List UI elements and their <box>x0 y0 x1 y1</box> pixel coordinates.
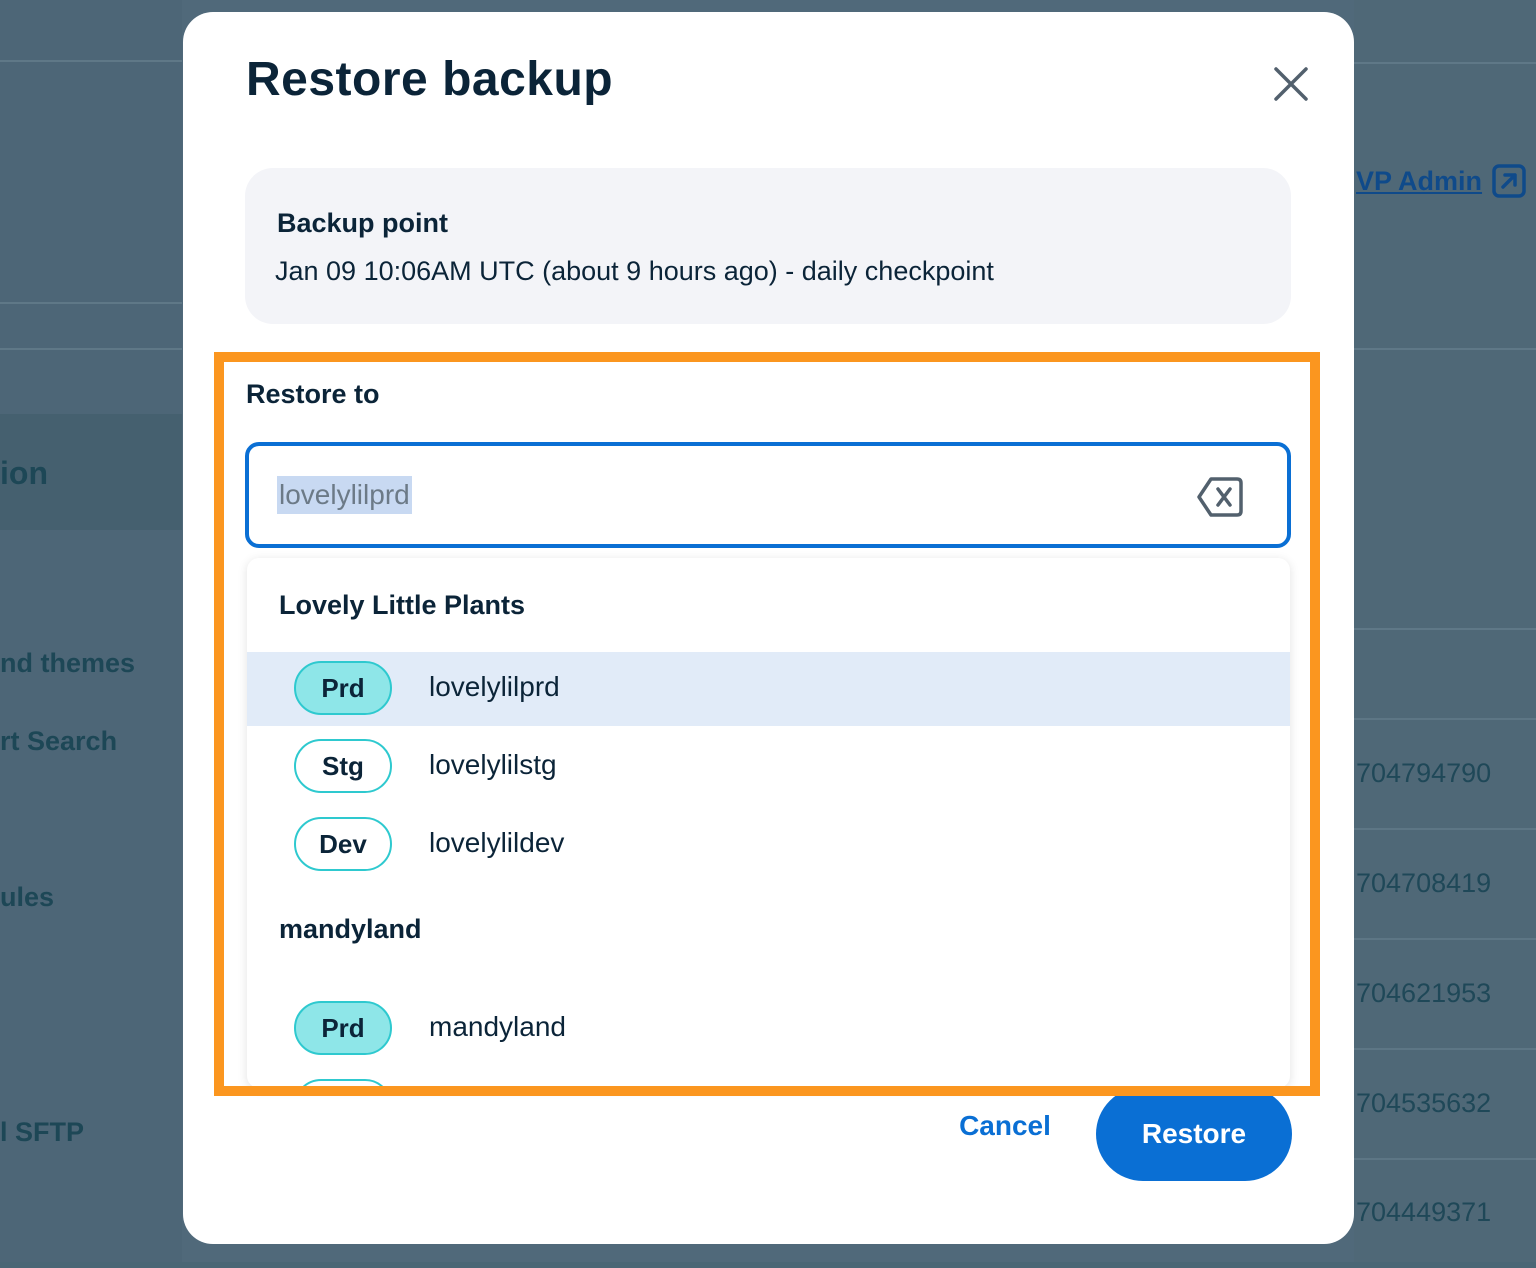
wp-admin-link: VP Admin <box>1356 166 1483 196</box>
background-table-cell: 704535632 <box>1356 1088 1492 1118</box>
dropdown-option-partial[interactable] <box>247 1070 1290 1088</box>
restore-to-label: Restore to <box>246 379 380 409</box>
restore-backup-modal: Restore backup Backup point Jan 09 10:06… <box>183 12 1354 1244</box>
external-link-icon <box>1492 164 1526 198</box>
env-badge-dev: Dev <box>294 817 392 871</box>
dropdown-option-lovelylilprd[interactable]: Prd lovelylilprd <box>247 652 1290 726</box>
background-table-cell: 704794790 <box>1356 758 1492 788</box>
background-table-cell: 704708419 <box>1356 868 1492 898</box>
dropdown-group-heading: Lovely Little Plants <box>279 590 526 620</box>
backup-point-label: Backup point <box>277 208 449 238</box>
close-icon[interactable] <box>1269 62 1313 106</box>
dropdown-option-mandyland[interactable]: Prd mandyland <box>247 992 1290 1066</box>
env-badge-partial <box>294 1079 392 1088</box>
restore-to-input-value[interactable]: lovelylilprd <box>277 476 412 514</box>
background-sidebar-label: ion <box>0 455 48 491</box>
dropdown-option-lovelylilstg[interactable]: Stg lovelylilstg <box>247 730 1290 804</box>
backup-point-value: Jan 09 10:06AM UTC (about 9 hours ago) -… <box>275 256 994 286</box>
background-divider <box>0 302 182 304</box>
background-table-cell: 704621953 <box>1356 978 1492 1008</box>
option-label: lovelylilstg <box>429 749 557 780</box>
cancel-button[interactable]: Cancel <box>935 1090 1075 1162</box>
background-sidebar-label: l SFTP <box>0 1117 85 1147</box>
dropdown-option-lovelylildev[interactable]: Dev lovelylildev <box>247 808 1290 882</box>
option-label: lovelylilprd <box>429 671 560 702</box>
backspace-clear-icon[interactable] <box>1197 476 1243 518</box>
background-table-cell: 704449371 <box>1356 1197 1492 1227</box>
env-badge-prd: Prd <box>294 1001 392 1055</box>
background-divider <box>1354 348 1536 350</box>
option-label: mandyland <box>429 1011 566 1042</box>
option-label: lovelylildev <box>429 827 565 858</box>
background-divider <box>0 348 182 350</box>
background-sidebar-label: ules <box>0 882 55 912</box>
backup-point-card: Backup point Jan 09 10:06AM UTC (about 9… <box>245 168 1291 324</box>
restore-button[interactable]: Restore <box>1096 1087 1292 1181</box>
env-badge-stg: Stg <box>294 739 392 793</box>
background-divider <box>1354 62 1536 64</box>
background-divider <box>1354 628 1536 630</box>
restore-target-dropdown: Lovely Little Plants Prd lovelylilprd St… <box>247 558 1290 1088</box>
background-divider <box>0 60 182 62</box>
dropdown-group-heading: mandyland <box>279 914 422 944</box>
env-badge-prd: Prd <box>294 661 392 715</box>
restore-to-input[interactable]: lovelylilprd <box>245 442 1291 548</box>
background-sidebar-label: rt Search <box>0 726 118 756</box>
background-sidebar-label: nd themes <box>0 648 136 678</box>
background-sidebar <box>0 0 182 1262</box>
modal-title: Restore backup <box>246 53 614 106</box>
